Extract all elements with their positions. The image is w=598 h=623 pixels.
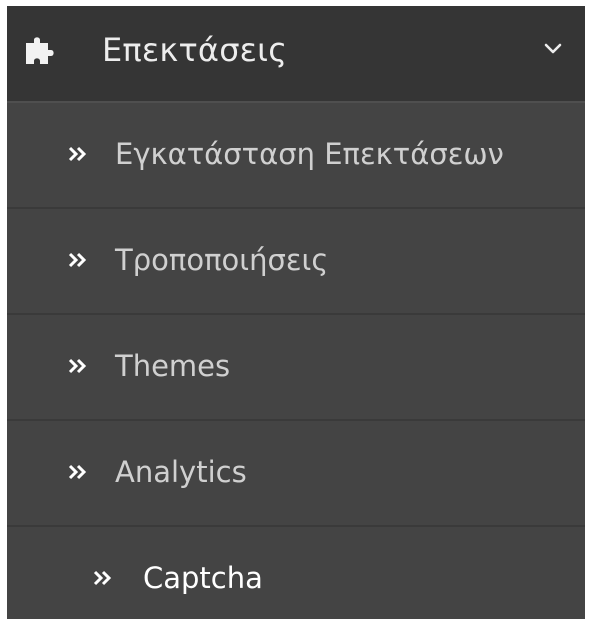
menu-item-label: Themes xyxy=(115,349,231,383)
menu-item-themes[interactable]: Themes xyxy=(7,315,585,421)
menu-item-label: Εγκατάσταση Επεκτάσεων xyxy=(115,137,504,171)
puzzle-icon xyxy=(26,37,54,64)
menu-header-label: Επεκτάσεις xyxy=(102,31,288,69)
menu-item-extension-installer[interactable]: Εγκατάσταση Επεκτάσεων xyxy=(7,103,585,209)
menu-item-modifications[interactable]: Τροποποιήσεις xyxy=(7,209,585,315)
double-chevron-right-icon xyxy=(68,146,87,162)
double-chevron-right-icon xyxy=(68,464,87,480)
menu-item-label: Analytics xyxy=(115,455,247,489)
double-chevron-right-icon xyxy=(68,252,87,268)
menu-item-label: Τροποποιήσεις xyxy=(115,243,329,277)
menu-item-analytics[interactable]: Analytics xyxy=(7,421,585,527)
chevron-down-icon[interactable] xyxy=(543,42,563,56)
menu-item-label: Captcha xyxy=(143,561,263,595)
menu-item-captcha[interactable]: Captcha xyxy=(7,527,585,619)
menu-header-extensions[interactable]: Επεκτάσεις xyxy=(7,6,585,103)
double-chevron-right-icon xyxy=(93,570,112,586)
double-chevron-right-icon xyxy=(68,358,87,374)
sidebar-menu: Επεκτάσεις Εγκατάσταση Επεκτάσεων Τροποπ… xyxy=(7,6,585,619)
